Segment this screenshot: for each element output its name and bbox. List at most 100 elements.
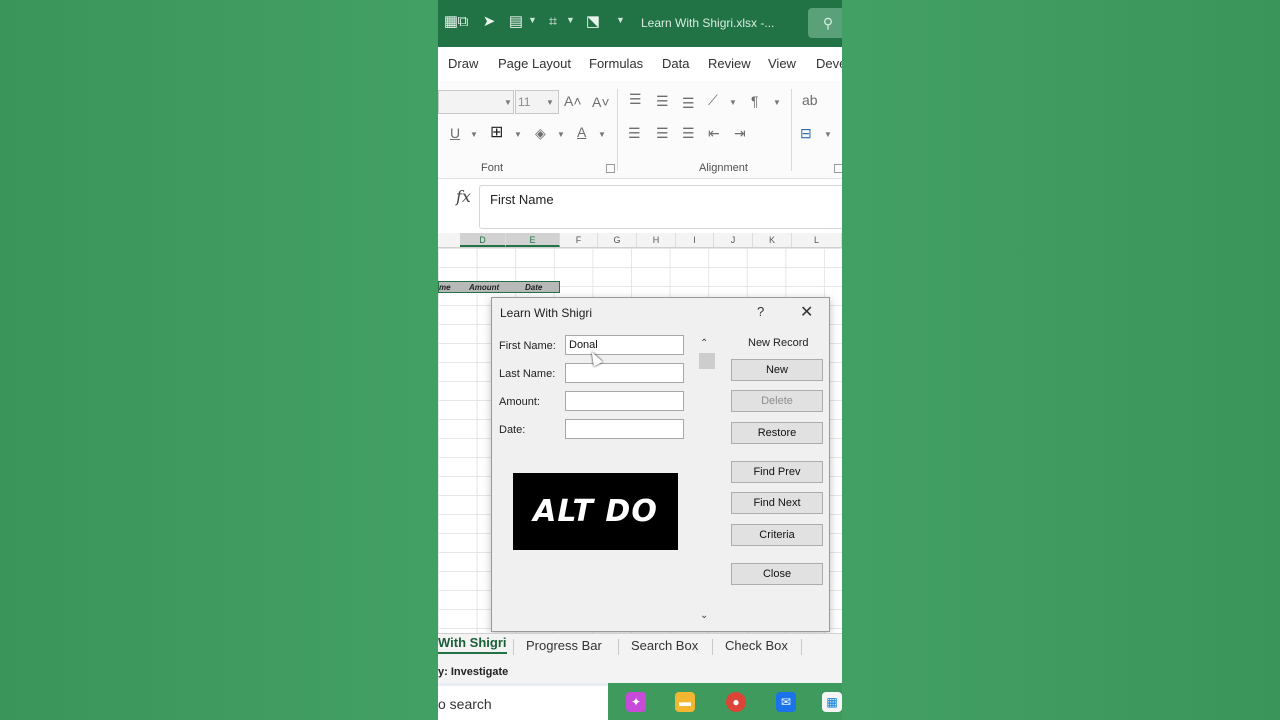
column-header-l[interactable]: L [792, 233, 842, 247]
taskbar-search[interactable]: o search [438, 686, 608, 720]
fill-color-icon[interactable]: ◈ [535, 125, 546, 141]
insert-function-icon[interactable]: fx [456, 187, 471, 206]
chrome-icon[interactable]: ● [726, 692, 746, 712]
accessibility-status[interactable]: y: Investigate [438, 666, 508, 678]
column-header-e[interactable]: E [506, 233, 560, 247]
font-dialog-launcher[interactable] [606, 164, 615, 173]
chevron-down-icon[interactable]: ▼ [504, 98, 512, 107]
left-background [0, 0, 438, 720]
chevron-down-icon[interactable]: ▼ [566, 15, 575, 25]
chevron-down-icon[interactable]: ▼ [557, 130, 565, 139]
formula-bar: fx First Name [438, 179, 842, 231]
sheet-tab-search-box[interactable]: Search Box [631, 638, 698, 653]
close-button[interactable]: Close [731, 563, 823, 585]
align-left-icon[interactable]: ☰ [628, 125, 641, 141]
chevron-down-icon[interactable]: ▼ [729, 98, 737, 107]
chevron-down-icon[interactable]: ▼ [824, 130, 832, 139]
store-icon[interactable]: ▦ [822, 692, 842, 712]
column-header-f[interactable]: F [560, 233, 598, 247]
tab-page-layout[interactable]: Page Layout [498, 56, 571, 71]
column-header-d[interactable]: D [460, 233, 506, 247]
first-name-field[interactable] [565, 335, 684, 355]
align-right-icon[interactable]: ☰ [682, 125, 695, 141]
scroll-up-icon[interactable]: ⌃ [700, 338, 708, 349]
tab-developer[interactable]: Deve [816, 56, 842, 71]
date-label: Date: [499, 424, 526, 436]
orientation-icon[interactable]: ⟋ [708, 92, 718, 108]
chevron-down-icon[interactable]: ▼ [470, 130, 478, 139]
restore-button[interactable]: Restore [731, 422, 823, 444]
sheet-tabs: With Shigri Progress Bar Search Box Chec… [438, 633, 842, 662]
font-name-select[interactable] [438, 90, 514, 114]
align-middle-icon[interactable]: ☰ [656, 93, 669, 109]
table-icon[interactable]: ▤ [507, 13, 525, 31]
scroll-thumb[interactable] [699, 353, 715, 369]
search-button[interactable]: ⚲ [808, 8, 842, 38]
font-color-icon[interactable]: A [577, 124, 586, 140]
find-next-button[interactable]: Find Next [731, 492, 823, 514]
title-bar: ▦ ⧉ ➤ ▤ ▼ ⌗ ▼ ⬔ ▼ Learn With Shigri.xlsx… [438, 0, 842, 47]
borders-icon[interactable]: ⊞ [490, 125, 503, 141]
tab-data[interactable]: Data [662, 56, 689, 71]
select-icon[interactable]: ⌗ [544, 13, 562, 31]
underline-icon[interactable]: U [450, 125, 460, 141]
tab-view[interactable]: View [768, 56, 796, 71]
column-header-i[interactable]: I [676, 233, 714, 247]
increase-indent-icon[interactable]: ⇥ [734, 125, 746, 141]
amount-field[interactable] [565, 391, 684, 411]
customize-toolbar-icon[interactable]: ▼ [616, 15, 625, 25]
first-name-label: First Name: [499, 340, 556, 352]
copilot-icon[interactable]: ✦ [626, 692, 646, 712]
tab-review[interactable]: Review [708, 56, 751, 71]
document-title: Learn With Shigri.xlsx -... [641, 16, 775, 30]
tab-draw[interactable]: Draw [448, 56, 478, 71]
new-button[interactable]: New [731, 359, 823, 381]
column-header-g[interactable]: G [598, 233, 637, 247]
chevron-down-icon[interactable]: ▼ [514, 130, 522, 139]
shape-icon[interactable]: ⬔ [584, 13, 602, 31]
sheet-tab-with-shigri[interactable]: With Shigri [438, 635, 507, 654]
find-prev-button[interactable]: Find Prev [731, 461, 823, 483]
close-icon[interactable]: ✕ [800, 302, 813, 322]
mail-icon[interactable]: ✉ [776, 692, 796, 712]
sheet-tab-check-box[interactable]: Check Box [725, 638, 788, 653]
column-header-h[interactable]: H [637, 233, 676, 247]
criteria-button[interactable]: Criteria [731, 524, 823, 546]
merge-center-icon[interactable]: ⊟ [800, 125, 812, 141]
macro-icon[interactable]: ⧉ [454, 13, 472, 31]
status-bar: y: Investigate [438, 661, 842, 683]
scroll-down-icon[interactable]: ⌄ [700, 610, 708, 621]
taskbar: o search ✦ ▬ ● ✉ ▦ [438, 683, 842, 720]
decrease-font-icon[interactable]: A˅ [592, 94, 610, 110]
column-header-j[interactable]: J [714, 233, 753, 247]
align-bottom-icon[interactable]: ☰ [682, 95, 695, 111]
right-background [842, 0, 1280, 720]
date-field[interactable] [565, 419, 684, 439]
pointer-icon[interactable]: ➤ [480, 13, 498, 31]
column-header-k[interactable]: K [753, 233, 792, 247]
chevron-down-icon[interactable]: ▼ [546, 98, 554, 107]
chevron-down-icon[interactable]: ▼ [598, 130, 606, 139]
record-scrollbar[interactable]: ⌃ ⌄ [698, 338, 715, 628]
tab-formulas[interactable]: Formulas [589, 56, 643, 71]
chevron-down-icon[interactable]: ▼ [528, 15, 537, 25]
dialog-title: Learn With Shigri [500, 306, 593, 320]
sheet-tab-progress-bar[interactable]: Progress Bar [526, 638, 602, 653]
increase-font-icon[interactable]: A˄ [564, 93, 582, 109]
header-cell-name: me [439, 283, 451, 292]
text-direction-icon[interactable]: ¶ [751, 93, 759, 109]
align-top-icon[interactable]: ☰ [629, 91, 642, 107]
wrap-text-icon[interactable]: ab [802, 92, 818, 108]
chevron-down-icon[interactable]: ▼ [773, 98, 781, 107]
last-name-field[interactable] [565, 363, 684, 383]
alignment-dialog-launcher[interactable] [834, 164, 842, 173]
tab-divider [801, 639, 802, 655]
help-icon[interactable]: ? [757, 304, 764, 319]
group-divider [617, 89, 618, 171]
decrease-indent-icon[interactable]: ⇤ [708, 125, 720, 141]
formula-input[interactable]: First Name [479, 185, 842, 229]
file-explorer-icon[interactable]: ▬ [675, 692, 695, 712]
delete-button[interactable]: Delete [731, 390, 823, 412]
table-header-row[interactable]: me Amount Date [438, 281, 560, 293]
align-center-icon[interactable]: ☰ [656, 125, 669, 141]
